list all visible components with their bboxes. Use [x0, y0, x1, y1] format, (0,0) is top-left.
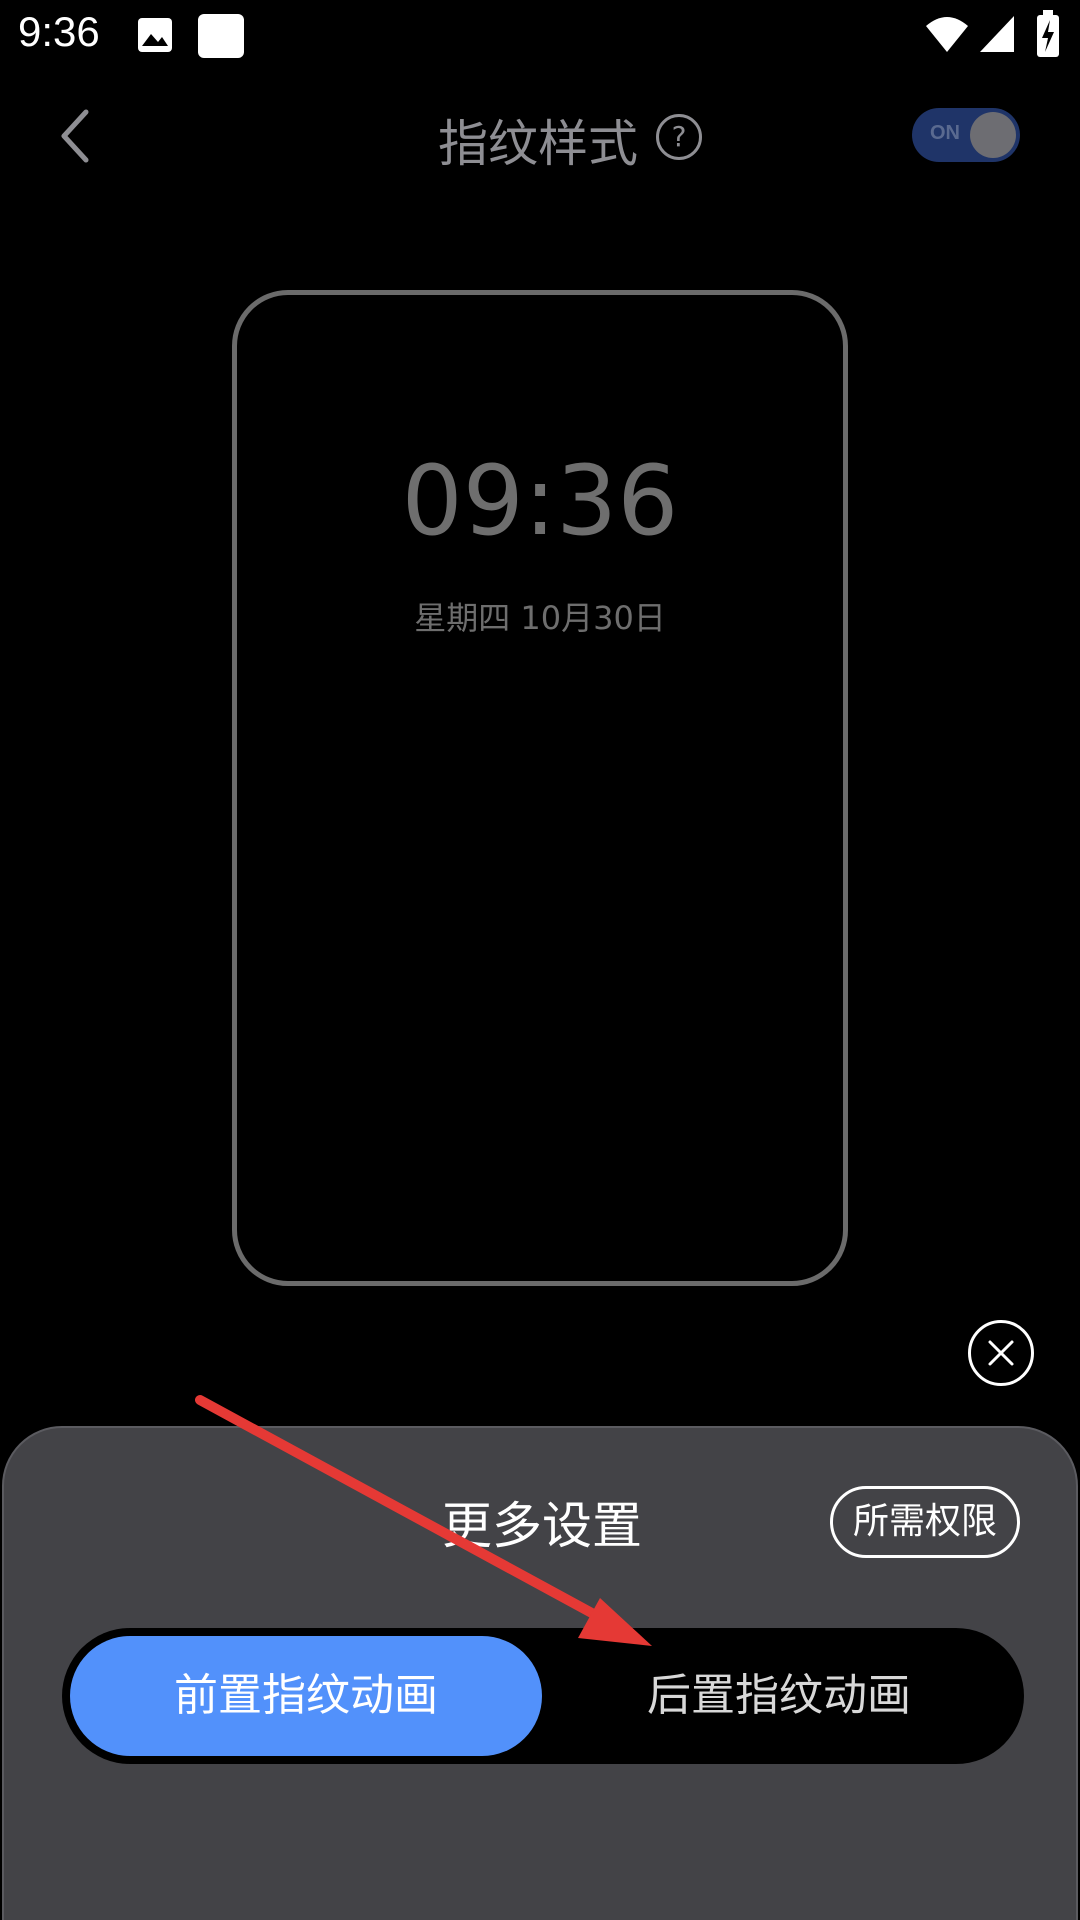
toggle-label: ON — [930, 122, 960, 144]
lockscreen-preview: 09:36 星期四 10月30日 — [232, 290, 848, 1286]
screen: 9:36 指纹样式 ? ON 09:36 星期四 10月30日 更多设置 所需权… — [0, 0, 1080, 1920]
battery-charging-icon — [1037, 10, 1059, 57]
toggle-knob — [970, 112, 1016, 158]
help-icon[interactable]: ? — [656, 114, 702, 160]
close-icon — [988, 1340, 1014, 1366]
tab-rear-fingerprint-animation[interactable]: 后置指纹动画 — [542, 1636, 1016, 1756]
preview-date: 星期四 10月30日 — [414, 599, 666, 637]
square-notification-icon — [198, 14, 244, 58]
signal-icon — [980, 16, 1014, 52]
page-title: 指纹样式 — [438, 115, 638, 173]
preview-clock: 09:36 — [401, 445, 679, 557]
image-notification-icon — [138, 18, 172, 52]
more-settings-sheet: 更多设置 所需权限 前置指纹动画 后置指纹动画 — [2, 1426, 1078, 1920]
status-bar: 9:36 — [0, 0, 1080, 72]
tab-front-fingerprint-animation[interactable]: 前置指纹动画 — [70, 1636, 542, 1756]
permissions-button[interactable]: 所需权限 — [830, 1486, 1020, 1558]
close-button[interactable] — [968, 1320, 1034, 1386]
status-time: 9:36 — [18, 8, 100, 55]
back-icon[interactable] — [56, 108, 96, 164]
animation-segment-control: 前置指纹动画 后置指纹动画 — [62, 1628, 1024, 1764]
header: 指纹样式 ? ON — [0, 90, 1080, 180]
wifi-icon — [926, 17, 968, 52]
fingerprint-style-toggle[interactable]: ON — [912, 108, 1020, 162]
